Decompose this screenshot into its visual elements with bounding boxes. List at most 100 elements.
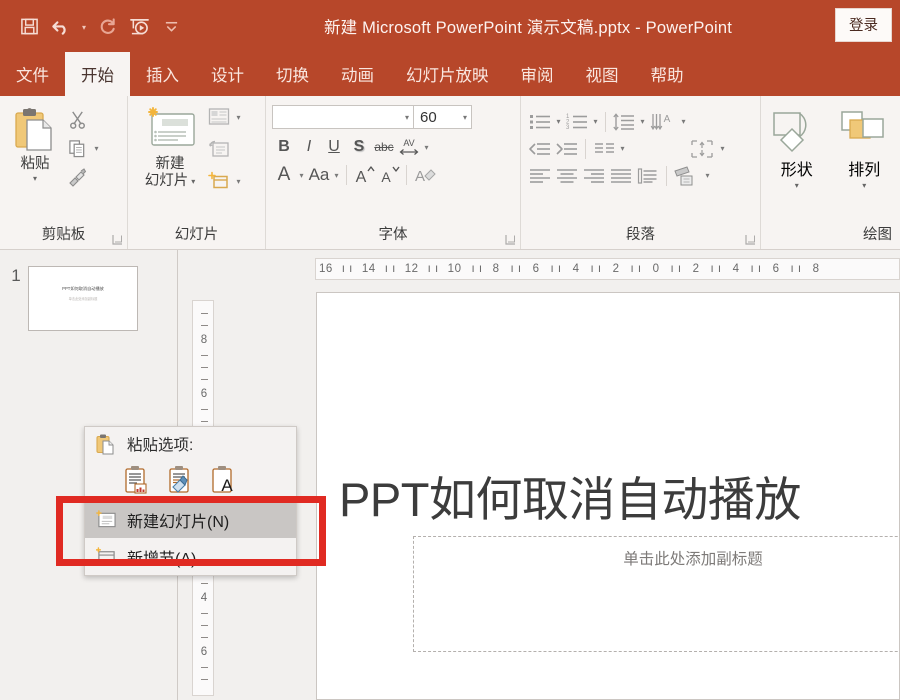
- bullets-caret-icon[interactable]: ▾: [554, 117, 563, 126]
- context-menu-item-new-slide[interactable]: 新建幻灯片(N): [85, 501, 296, 538]
- columns-icon[interactable]: [591, 137, 617, 161]
- ribbon-group-label-paragraph: 段落: [527, 223, 754, 249]
- copy-icon[interactable]: [64, 136, 90, 160]
- paste-use-destination-theme-icon[interactable]: [121, 464, 151, 496]
- arrange-label: 排列: [848, 156, 880, 180]
- svg-text:A: A: [356, 169, 367, 186]
- italic-button[interactable]: I: [297, 134, 321, 160]
- horizontal-ruler[interactable]: 16ı ı 14ı ı 12ı ı 10ı ı 8ı ı 6ı ı 4ı ı 2…: [315, 258, 900, 280]
- align-center-icon[interactable]: [554, 164, 580, 188]
- cut-icon[interactable]: [64, 107, 90, 131]
- align-right-icon[interactable]: [581, 164, 607, 188]
- save-icon[interactable]: [14, 11, 44, 41]
- justify-icon[interactable]: [608, 164, 634, 188]
- font-color-button[interactable]: A: [272, 162, 296, 188]
- tab-insert[interactable]: 插入: [130, 52, 195, 96]
- thumbnail-item[interactable]: 1 PPT如何取消自动播放 单击此处添加副标题: [0, 250, 177, 331]
- line-spacing-icon[interactable]: [611, 110, 637, 134]
- tab-transitions[interactable]: 切换: [260, 52, 325, 96]
- align-text-icon[interactable]: [687, 137, 717, 161]
- align-text-caret-icon[interactable]: ▾: [718, 144, 727, 153]
- font-name-caret-icon[interactable]: ▾: [405, 113, 409, 122]
- tab-review[interactable]: 审阅: [505, 52, 570, 96]
- thumbnail-preview[interactable]: PPT如何取消自动播放 单击此处添加副标题: [28, 266, 138, 331]
- undo-icon[interactable]: [46, 11, 76, 41]
- columns-caret-icon[interactable]: ▾: [618, 144, 627, 153]
- tab-help[interactable]: 帮助: [635, 52, 700, 96]
- shrink-font-button[interactable]: A: [377, 162, 401, 188]
- decrease-indent-icon[interactable]: [527, 137, 553, 161]
- paragraph-dialog-launcher-icon[interactable]: [745, 234, 756, 245]
- new-slide-label-line1: 新建: [156, 156, 185, 173]
- tab-design[interactable]: 设计: [195, 52, 260, 96]
- paragraph-divider: [605, 112, 606, 132]
- sign-in-button[interactable]: 登录: [835, 8, 892, 42]
- tab-animations[interactable]: 动画: [325, 52, 390, 96]
- smartart-icon[interactable]: [672, 164, 702, 188]
- font-size-input[interactable]: 60 ▾: [414, 105, 472, 129]
- redo-icon[interactable]: [92, 11, 122, 41]
- ribbon-group-font: ▾ 60 ▾ B I U S abc: [266, 96, 521, 249]
- paste-icon: [13, 104, 57, 156]
- font-name-input[interactable]: ▾: [272, 105, 414, 129]
- new-slide-dropdown-caret-icon[interactable]: ▾: [191, 177, 195, 187]
- paste-button[interactable]: 粘贴 ▾: [6, 102, 64, 184]
- tab-slideshow[interactable]: 幻灯片放映: [390, 52, 505, 96]
- font-size-caret-icon[interactable]: ▾: [463, 113, 467, 122]
- character-spacing-button[interactable]: AV: [397, 134, 421, 160]
- text-direction-icon[interactable]: A: [648, 110, 678, 134]
- line-spacing-caret-icon[interactable]: ▾: [638, 117, 647, 126]
- slide-title-text[interactable]: PPT如何取消自动播放: [339, 461, 900, 530]
- paste-keep-text-only-icon[interactable]: A: [209, 464, 239, 496]
- slide-subtitle-placeholder[interactable]: 单击此处添加副标题: [413, 536, 900, 652]
- clear-formatting-button[interactable]: A: [412, 162, 438, 188]
- context-menu-item-new-section[interactable]: 新增节(A): [85, 538, 296, 575]
- bold-button[interactable]: B: [272, 134, 296, 160]
- layout-dropdown-caret-icon[interactable]: ▾: [234, 113, 243, 122]
- paste-label: 粘贴: [21, 156, 50, 173]
- reset-icon[interactable]: [206, 137, 232, 161]
- format-painter-icon[interactable]: [64, 165, 90, 189]
- arrange-button[interactable]: 排列 ▾: [835, 106, 895, 191]
- copy-dropdown-caret-icon[interactable]: ▾: [92, 144, 101, 153]
- align-left-icon[interactable]: [527, 164, 553, 188]
- numbering-caret-icon[interactable]: ▾: [591, 117, 600, 126]
- character-spacing-caret-icon[interactable]: ▾: [422, 143, 431, 152]
- change-case-button[interactable]: Aa: [307, 162, 331, 188]
- paste-keep-source-formatting-icon[interactable]: [165, 464, 195, 496]
- underline-button[interactable]: U: [322, 134, 346, 160]
- section-dropdown-caret-icon[interactable]: ▾: [234, 177, 243, 186]
- smartart-caret-icon[interactable]: ▾: [703, 171, 712, 180]
- font-dialog-launcher-icon[interactable]: [505, 234, 516, 245]
- ribbon-group-clipboard: 粘贴 ▾: [0, 96, 128, 249]
- text-shadow-button[interactable]: S: [347, 134, 371, 160]
- text-direction-caret-icon[interactable]: ▾: [679, 117, 688, 126]
- tab-file[interactable]: 文件: [0, 52, 65, 96]
- layout-icon[interactable]: [206, 105, 232, 129]
- hruler-tick-5: 6: [533, 263, 540, 275]
- paste-dropdown-caret-icon[interactable]: ▾: [33, 174, 37, 184]
- arrange-dropdown-caret-icon[interactable]: ▾: [862, 181, 866, 191]
- tab-view[interactable]: 视图: [570, 52, 635, 96]
- shapes-dropdown-caret-icon[interactable]: ▾: [795, 181, 799, 191]
- section-icon[interactable]: [206, 169, 232, 193]
- start-slideshow-icon[interactable]: [124, 11, 154, 41]
- undo-dropdown-caret-icon[interactable]: ▾: [78, 11, 90, 41]
- tab-home[interactable]: 开始: [65, 52, 130, 96]
- strikethrough-button[interactable]: abc: [372, 134, 396, 160]
- ribbon-group-label-font: 字体: [272, 223, 514, 249]
- distributed-icon[interactable]: [635, 164, 661, 188]
- new-slide-button[interactable]: 新建 幻灯片 ▾: [134, 102, 206, 190]
- hruler-tick-1: 14: [362, 263, 376, 275]
- clipboard-mini-buttons: ▾: [64, 102, 101, 190]
- slide-canvas[interactable]: PPT如何取消自动播放 单击此处添加副标题: [316, 292, 900, 700]
- increase-indent-icon[interactable]: [554, 137, 580, 161]
- bullets-icon[interactable]: [527, 110, 553, 134]
- font-color-caret-icon[interactable]: ▾: [297, 171, 306, 180]
- numbering-icon[interactable]: 123: [564, 110, 590, 134]
- change-case-caret-icon[interactable]: ▾: [332, 171, 341, 180]
- customize-qat-icon[interactable]: [156, 11, 186, 41]
- clipboard-dialog-launcher-icon[interactable]: [112, 234, 123, 245]
- grow-font-button[interactable]: A: [352, 162, 376, 188]
- shapes-button[interactable]: 形状 ▾: [767, 106, 827, 191]
